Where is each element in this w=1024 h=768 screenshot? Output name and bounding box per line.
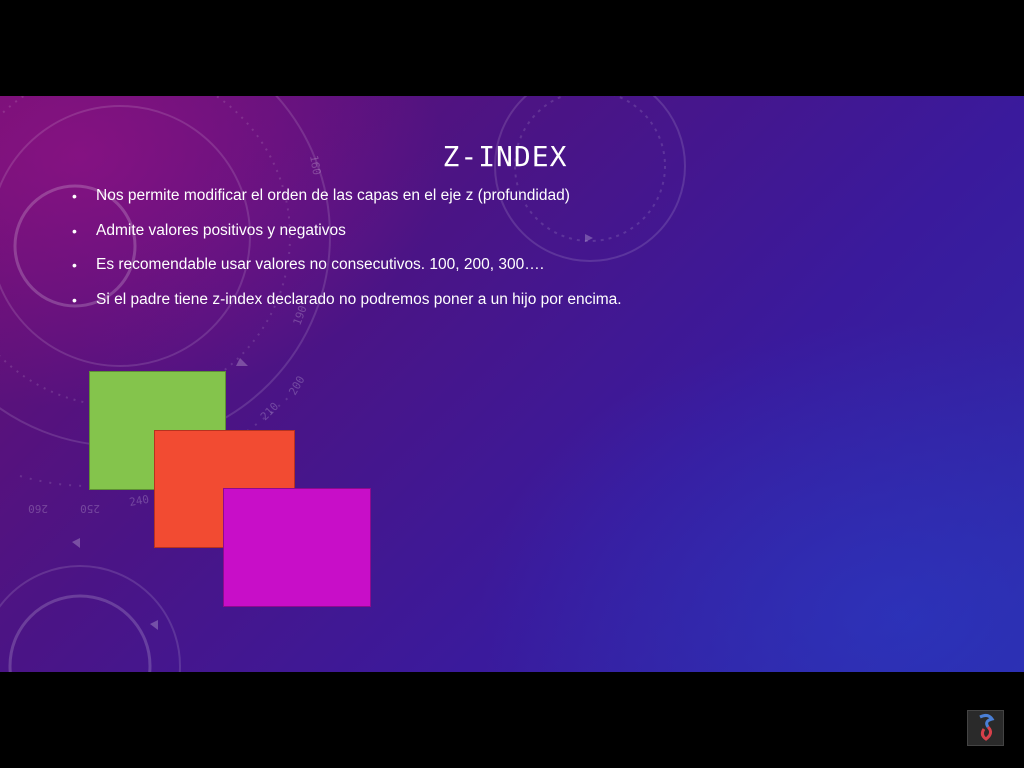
video-viewport: 190 200 210 240 250 260 160 Z-INDEX • No… <box>0 0 1024 768</box>
dial-number: 160 <box>307 154 323 176</box>
bullet-dot-icon: • <box>72 222 77 239</box>
bullet-text: Si el padre tiene z-index declarado no p… <box>96 290 622 308</box>
dial-number: 200 <box>286 374 307 398</box>
dial-number: 260 <box>28 502 48 515</box>
presentation-slide: 190 200 210 240 250 260 160 Z-INDEX • No… <box>0 96 1024 672</box>
bullet-dot-icon: • <box>72 291 77 308</box>
slide-title: Z-INDEX <box>442 140 568 173</box>
player-logo-icon[interactable] <box>967 710 1004 746</box>
bullet-text: Admite valores positivos y negativos <box>96 221 346 239</box>
bullet-dot-icon: • <box>72 257 77 273</box>
bullet-item: • Nos permite modificar el orden de las … <box>70 186 970 206</box>
bullet-item: • Admite valores positivos y negativos <box>70 221 970 241</box>
magenta-layer-box <box>223 488 371 607</box>
dial-number: 210 <box>258 400 281 423</box>
bullet-text: Es recomendable usar valores no consecut… <box>96 256 545 273</box>
bullet-item: • Es recomendable usar valores no consec… <box>70 255 970 275</box>
bullet-item: • Si el padre tiene z-index declarado no… <box>70 290 970 310</box>
dial-number: 240 <box>128 493 150 509</box>
bullet-list: • Nos permite modificar el orden de las … <box>70 186 970 324</box>
logo-glyph-icon <box>979 713 995 741</box>
bullet-text: Nos permite modificar el orden de las ca… <box>96 187 570 204</box>
bullet-dot-icon: • <box>72 188 77 204</box>
dial-number: 250 <box>80 502 100 515</box>
